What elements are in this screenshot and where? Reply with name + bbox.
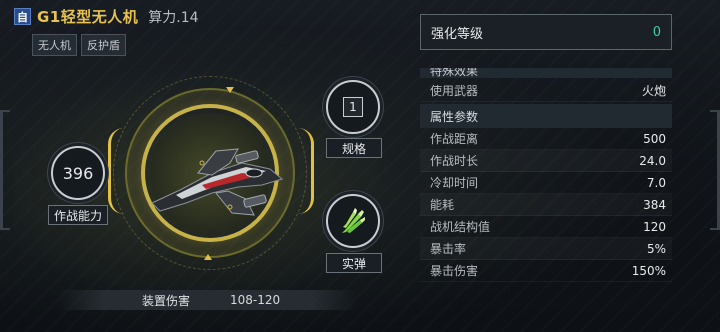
spec-label: 规格 (326, 138, 382, 158)
attributes-section-header: 属性参数 (420, 104, 672, 128)
attributes-section-label: 属性参数 (430, 109, 479, 124)
ammo-type-button[interactable] (326, 194, 380, 248)
ring-top-marker (226, 87, 234, 93)
ammo-bullets-icon (342, 208, 365, 233)
special-effects-label: 特殊效果 (430, 68, 479, 78)
module-title: G1轻型无人机 (37, 8, 139, 26)
stat-row-cooldown: 冷却时间 7.0 (420, 172, 672, 194)
stat-label: 作战时长 (430, 154, 479, 168)
tag-drone: 无人机 (32, 34, 77, 56)
stat-row-duration: 作战时长 24.0 (420, 150, 672, 172)
auto-badge: 自 (14, 8, 31, 25)
module-detail-window: 自 G1轻型无人机 算力.14 无人机 反护盾 396 作战能力 1 规格 实弹… (0, 0, 720, 332)
stat-label: 能耗 (430, 198, 455, 212)
compute-power-text: 算力.14 (148, 9, 199, 26)
stats-panel: 强化等级 0 特殊效果 使用武器 火炮 属性参数 作战距离 500 作战时长 2… (420, 14, 672, 318)
right-edge-decoration (710, 110, 720, 230)
left-edge-decoration (0, 110, 10, 230)
weapon-label: 使用武器 (430, 84, 479, 98)
ammo-type-label: 实弹 (326, 253, 382, 273)
stat-label: 战机结构值 (430, 220, 491, 234)
stat-label: 暴击伤害 (430, 264, 479, 278)
stats-list[interactable]: 特殊效果 使用武器 火炮 属性参数 作战距离 500 作战时长 24.0 冷却时… (420, 68, 672, 318)
stat-row-range: 作战距离 500 (420, 128, 672, 150)
stat-value: 5% (646, 241, 666, 256)
stat-row-structure: 战机结构值 120 (420, 216, 672, 238)
stat-value: 500 (643, 131, 666, 146)
stat-value: 150% (631, 263, 666, 278)
stat-value: 24.0 (639, 153, 666, 168)
stat-label: 作战距离 (430, 132, 479, 146)
arc-right-decoration (298, 128, 314, 214)
stat-row-energy: 能耗 384 (420, 194, 672, 216)
stat-value: 384 (643, 197, 666, 212)
weapon-row: 使用武器 火炮 (420, 80, 672, 102)
enhance-level-label: 强化等级 (431, 26, 484, 42)
weapon-value: 火炮 (641, 84, 666, 98)
spec-value: 1 (343, 97, 363, 117)
combat-power-value: 396 (62, 163, 94, 183)
enhance-level-box[interactable]: 强化等级 0 (420, 14, 672, 50)
stat-value: 7.0 (646, 175, 666, 190)
special-effects-header: 特殊效果 (420, 68, 672, 78)
stat-row-crit-rate: 暴击率 5% (420, 238, 672, 260)
combat-power-circle: 396 (51, 146, 105, 200)
combat-power-label: 作战能力 (48, 205, 108, 225)
tag-list: 无人机 反护盾 (32, 34, 126, 56)
title-row: 自 G1轻型无人机 算力.14 (14, 6, 199, 27)
device-damage-label: 装置伤害 (142, 293, 191, 308)
device-damage-value: 108-120 (230, 293, 281, 307)
device-damage-bar: 装置伤害 108-120 (58, 290, 358, 310)
ring-bottom-marker (204, 254, 212, 260)
arc-left-decoration (108, 128, 124, 214)
stat-label: 冷却时间 (430, 176, 479, 190)
stat-label: 暴击率 (430, 242, 467, 256)
enhance-level-value: 0 (652, 24, 661, 40)
drone-image (151, 148, 284, 216)
spec-button[interactable]: 1 (326, 80, 380, 134)
stat-value: 120 (643, 219, 666, 234)
stat-row-crit-damage: 暴击伤害 150% (420, 260, 672, 282)
tag-anti-shield: 反护盾 (81, 34, 126, 56)
